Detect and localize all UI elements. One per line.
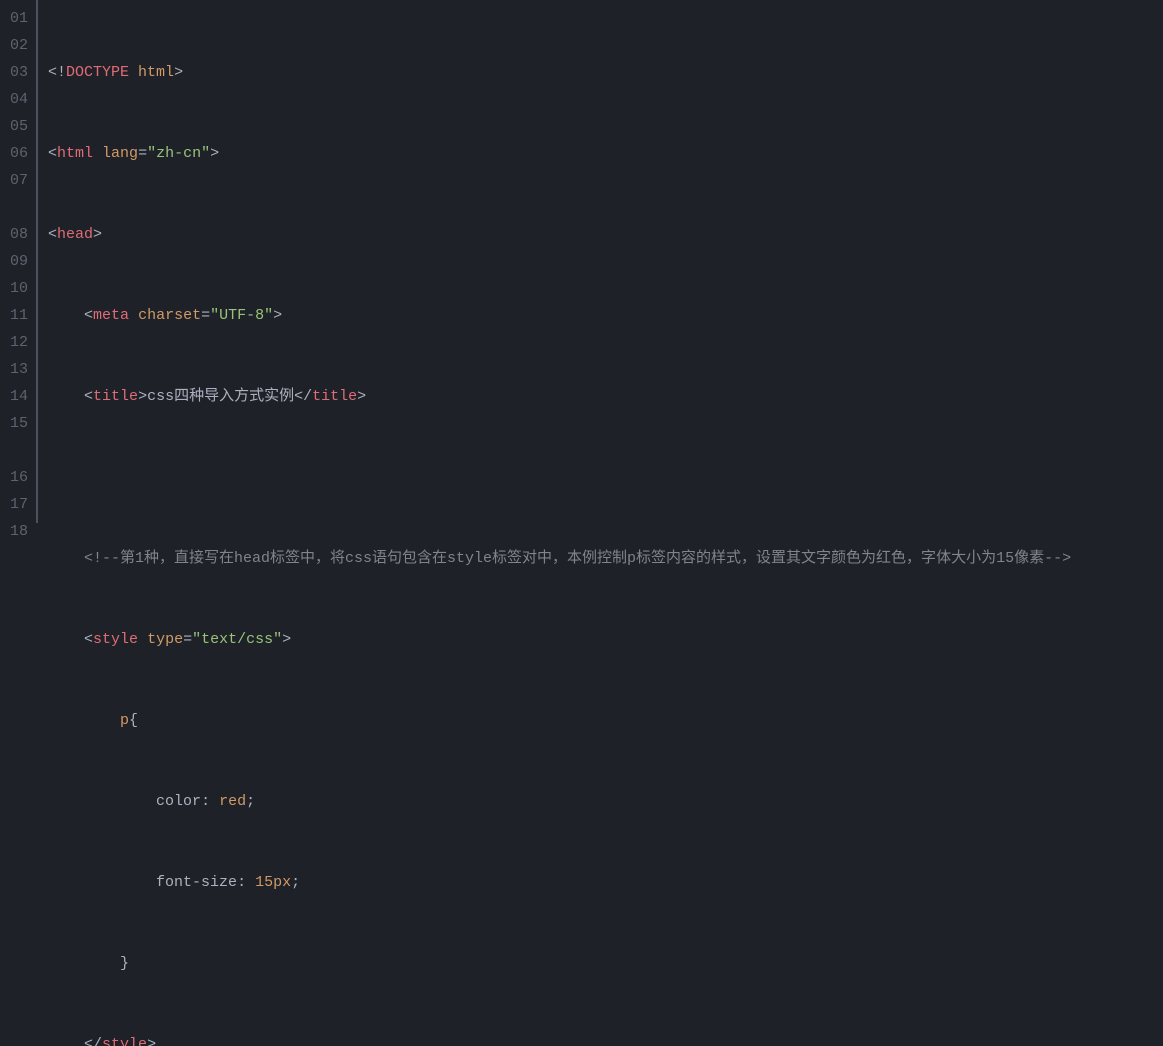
line-number: 05 xyxy=(10,113,28,140)
line-number: 16 xyxy=(10,464,28,491)
line-number: 06 xyxy=(10,140,28,167)
code-line: <style type="text/css"> xyxy=(48,626,1163,653)
code-line: <head> xyxy=(48,221,1163,248)
line-number: 18 xyxy=(10,518,28,545)
code-line: <!--第1种，直接写在head标签中，将css语句包含在style标签对中，本… xyxy=(48,545,1163,572)
code-editor: 01 02 03 04 05 06 07 08 09 10 11 12 13 1… xyxy=(0,0,1163,523)
line-number-gutter: 01 02 03 04 05 06 07 08 09 10 11 12 13 1… xyxy=(0,0,38,523)
line-number: 01 xyxy=(10,5,28,32)
line-number: 11 xyxy=(10,302,28,329)
line-number: 13 xyxy=(10,356,28,383)
code-line: <html lang="zh-cn"> xyxy=(48,140,1163,167)
line-number: 08 xyxy=(10,221,28,248)
line-number: 04 xyxy=(10,86,28,113)
line-number: 14 xyxy=(10,383,28,410)
code-line: p{ xyxy=(48,707,1163,734)
code-line: <meta charset="UTF-8"> xyxy=(48,302,1163,329)
code-line: } xyxy=(48,950,1163,977)
line-number: 07 xyxy=(10,167,28,221)
code-line xyxy=(48,464,1163,491)
line-number: 02 xyxy=(10,32,28,59)
code-line: <title>css四种导入方式实例</title> xyxy=(48,383,1163,410)
code-line: </style> xyxy=(48,1031,1163,1046)
code-area[interactable]: <!DOCTYPE html> <html lang="zh-cn"> <hea… xyxy=(38,0,1163,523)
line-number: 09 xyxy=(10,248,28,275)
line-number: 10 xyxy=(10,275,28,302)
code-line: font-size: 15px; xyxy=(48,869,1163,896)
code-line: <!DOCTYPE html> xyxy=(48,59,1163,86)
line-number: 17 xyxy=(10,491,28,518)
line-number: 15 xyxy=(10,410,28,464)
line-number: 12 xyxy=(10,329,28,356)
line-number: 03 xyxy=(10,59,28,86)
code-line: color: red; xyxy=(48,788,1163,815)
